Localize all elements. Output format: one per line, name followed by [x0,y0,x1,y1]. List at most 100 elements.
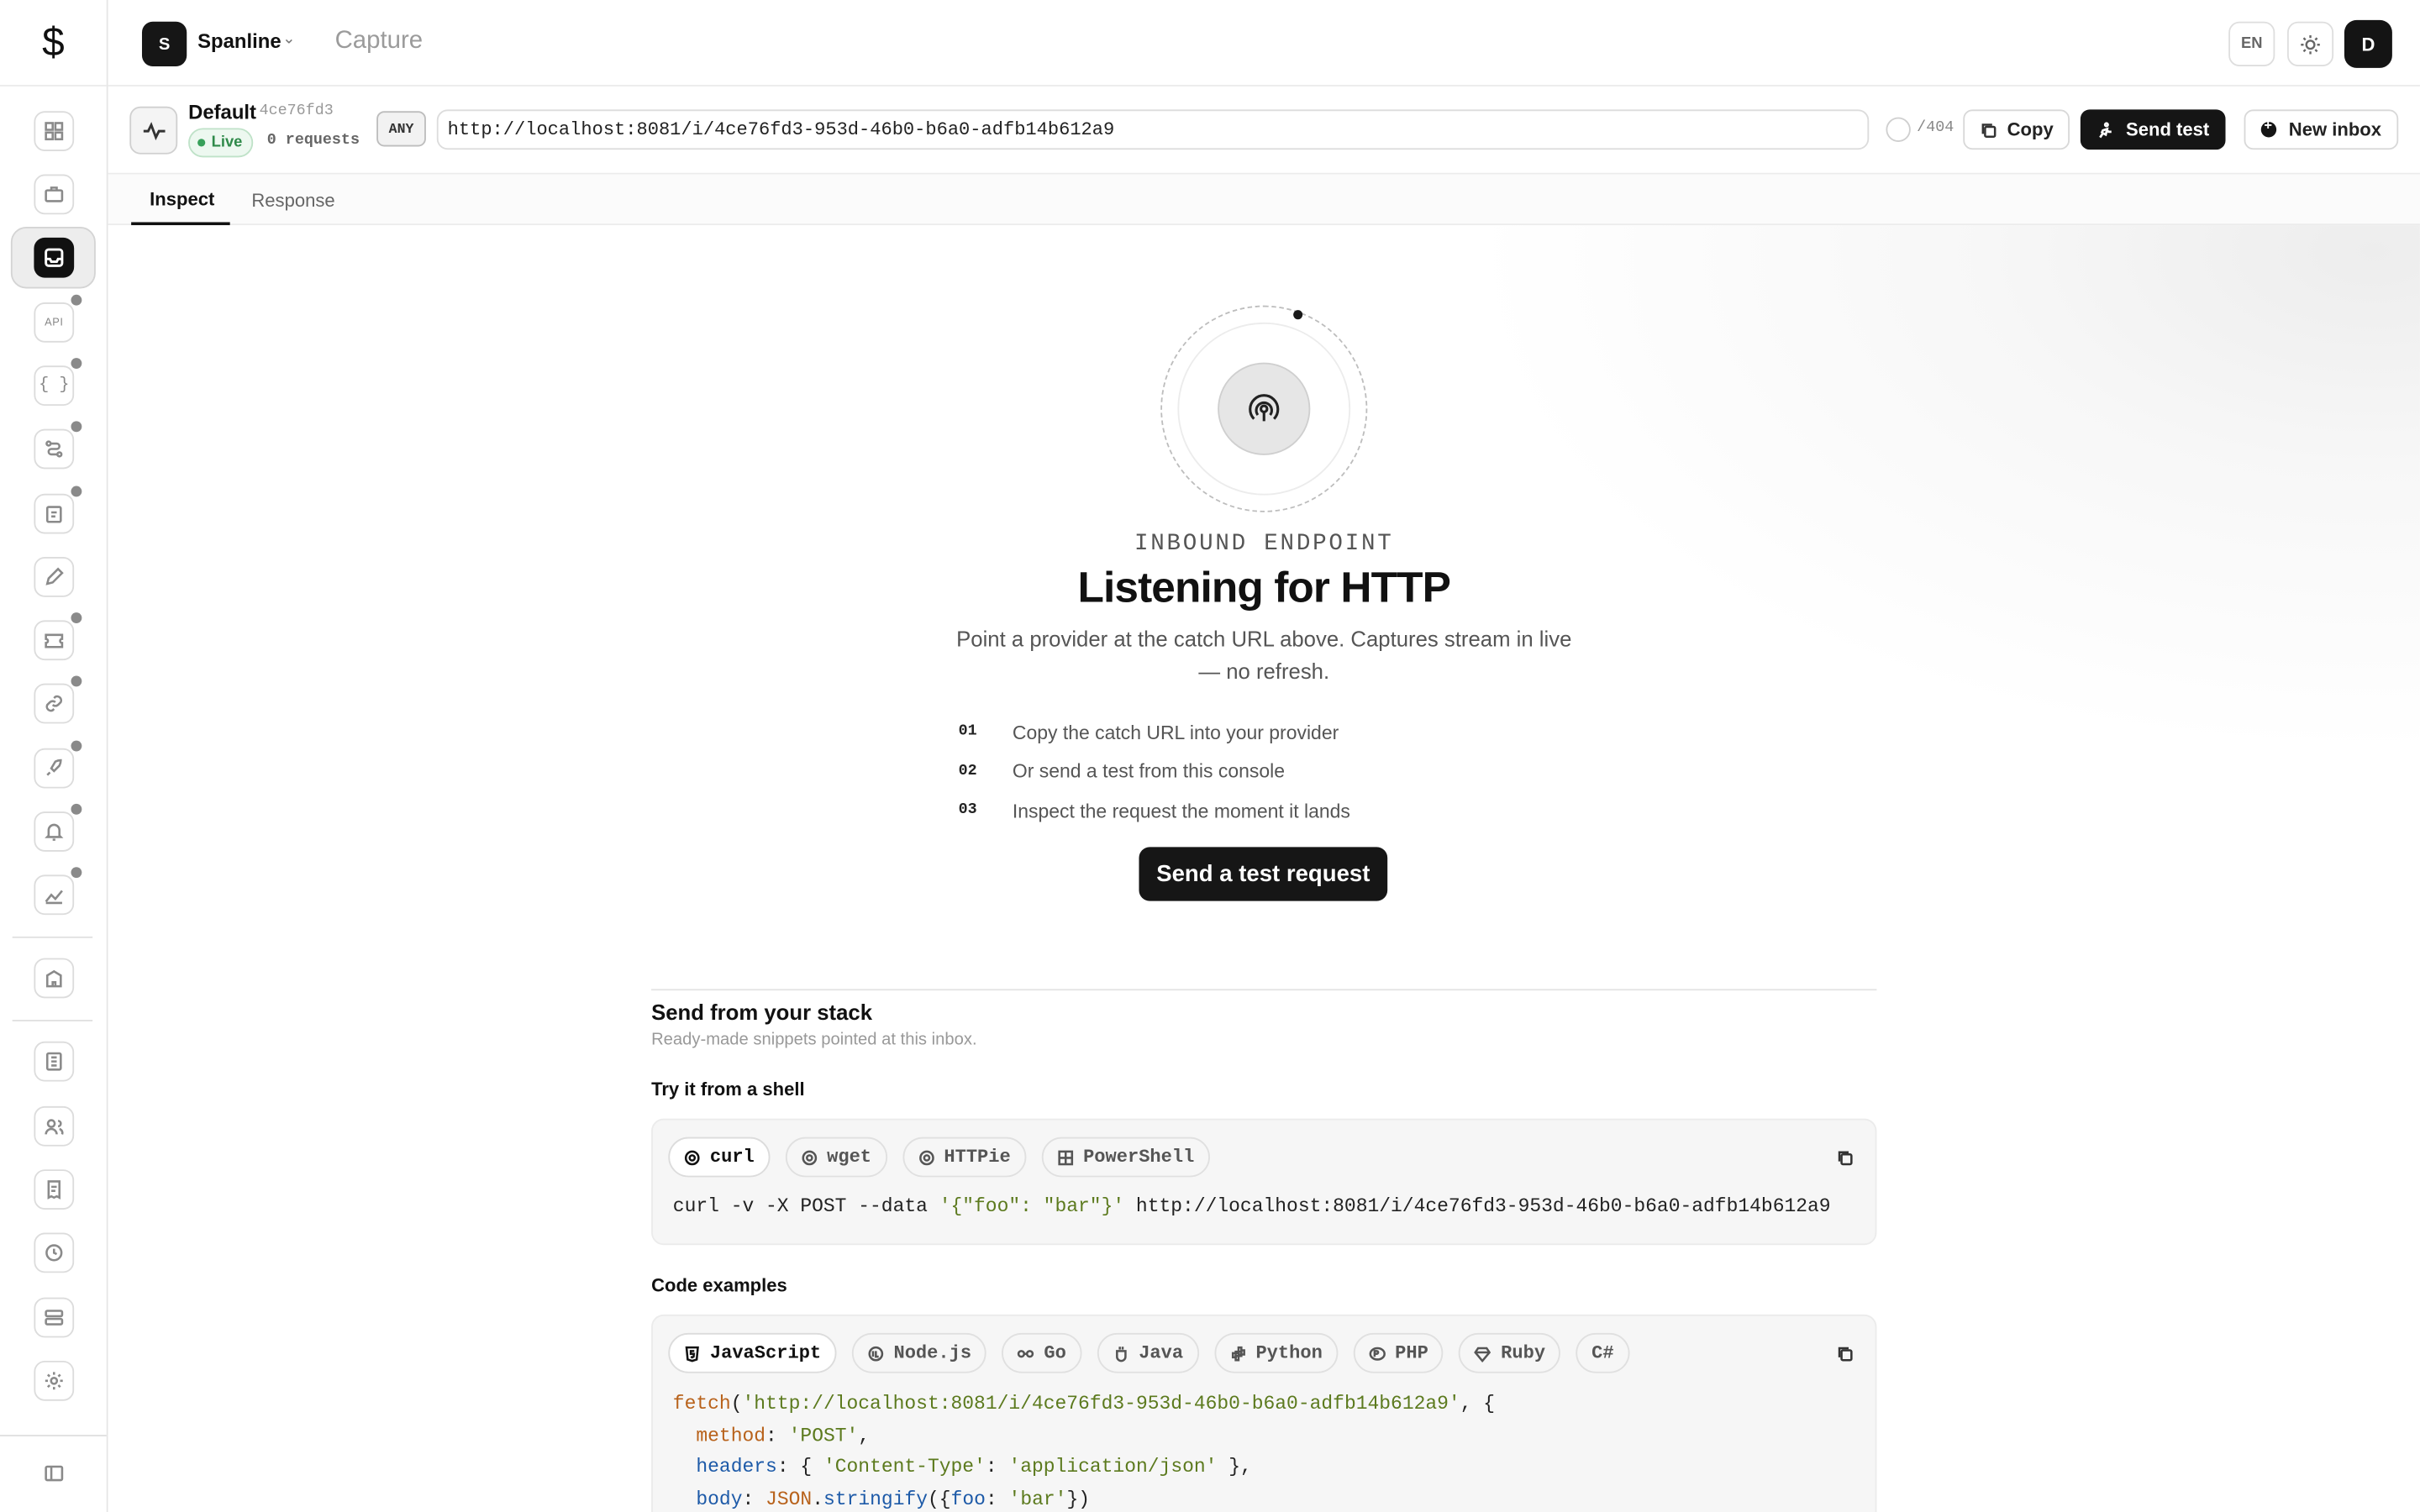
copy-code-icon[interactable] [1833,1342,1855,1364]
copy-url-button[interactable]: Copy [1963,109,2070,150]
shell-url: http://localhost:8081/i/4ce76fd3-953d-46… [1124,1195,1831,1218]
tab-label: Python [1255,1341,1323,1364]
notification-dot [71,294,82,306]
step-item: 01 Copy the catch URL into your provider [959,713,1350,753]
code-headers-open: : { [776,1456,823,1478]
step-text: Inspect the request the moment it lands [1012,800,1350,822]
step-item: 02 Or send a test from this console [959,752,1350,791]
tab-csharp[interactable]: C# [1576,1332,1630,1373]
step-item: 03 Inspect the request the moment it land… [959,791,1350,831]
pen-icon[interactable] [34,557,75,597]
inbox-toolbar: Default 4ce76fd3 Live 0 requests ANY htt… [108,88,2420,175]
history-icon[interactable] [34,1232,75,1273]
new-inbox-button[interactable]: New inbox [2244,109,2399,150]
code-method-val: 'POST' [788,1425,859,1446]
send-test-request-button[interactable]: Send a test request [1139,847,1388,901]
storage-icon[interactable] [34,1297,75,1338]
braces-icon[interactable]: { } [34,358,82,407]
workspace-avatar[interactable]: S [141,21,187,66]
tab-label: Java [1139,1341,1184,1364]
tab-httpie[interactable]: HTTPie [902,1137,1027,1178]
rocket-icon[interactable] [34,740,82,789]
briefcase-icon[interactable] [34,174,75,215]
code-foo-key: foo [950,1488,986,1510]
shell-code-box: curl wget HTTPie PowerShell curl -v -X P… [651,1118,1877,1246]
theme-toggle-button[interactable] [2286,21,2334,66]
tab-powershell[interactable]: PowerShell [1041,1137,1210,1178]
step-text: Copy the catch URL into your provider [1012,722,1339,743]
inbox-name[interactable]: Default [188,100,256,123]
receipt-icon[interactable] [34,1169,75,1210]
sidebar-toggle-icon[interactable] [34,1453,75,1494]
building-icon[interactable] [34,958,75,999]
tab-inspect[interactable]: Inspect [131,175,230,226]
sidebar-item-capture[interactable] [10,226,96,289]
tab-javascript[interactable]: JavaScript [668,1332,837,1373]
tab-label: Go [1044,1341,1066,1364]
analytics-icon[interactable] [34,867,82,916]
at-icon [802,1149,817,1165]
code-url: 'http://localhost:8081/i/4ce76fd3-953d-4… [742,1393,1460,1415]
step-number: 03 [958,802,977,820]
tab-java[interactable]: Java [1097,1332,1199,1373]
notification-dot [71,740,82,752]
at-icon [684,1149,700,1165]
tab-curl[interactable]: curl [668,1137,771,1178]
code-json: JSON [765,1488,813,1510]
document-icon[interactable] [34,1041,75,1082]
ticket-icon[interactable] [34,612,82,661]
api-icon[interactable]: API [34,294,82,343]
catch-url-field[interactable]: http://localhost:8081/i/4ce76fd3-953d-46… [436,109,1870,150]
send-test-label: Send test [2126,118,2210,141]
status-code: /404 [1917,120,1954,138]
app-logo[interactable]: $ [0,0,107,87]
notification-dot [71,675,82,687]
method-select[interactable]: ANY [376,111,426,147]
chevron-down-icon[interactable]: ⌄ [282,31,295,48]
copy-code-icon[interactable] [1833,1147,1855,1168]
tab-php[interactable]: PHP [1353,1332,1444,1373]
tab-label: JavaScript [709,1341,822,1364]
link-icon[interactable] [34,675,82,724]
users-icon[interactable] [34,1105,75,1147]
notification-dot [71,358,82,369]
activity-icon[interactable] [129,106,178,155]
tab-label: wget [827,1146,872,1168]
notification-dot [71,486,82,497]
tab-ruby[interactable]: Ruby [1459,1332,1561,1373]
language-button[interactable]: EN [2228,21,2275,66]
notification-dot [71,421,82,433]
workspace-name[interactable]: Spanline [197,29,281,53]
live-label: Live [211,134,243,151]
python-icon [1231,1345,1245,1361]
bell-icon[interactable] [34,803,82,852]
tab-label: C# [1591,1341,1614,1364]
shell-section-label: Try it from a shell [651,1078,805,1100]
send-test-button[interactable]: Send test [2080,109,2226,150]
user-avatar[interactable]: D [2344,19,2392,68]
steps-list: 01 Copy the catch URL into your provider … [959,713,1350,832]
hero-title: Listening for HTTP [1077,563,1451,612]
notification-dot [71,612,82,624]
api-label: API [45,317,64,328]
top-header: S Spanline ⌄ Capture EN D [108,0,2420,87]
code-body-key: body [696,1488,743,1510]
at-icon [918,1149,934,1165]
tab-response[interactable]: Response [233,175,353,226]
tab-nodejs[interactable]: Node.js [851,1332,987,1373]
settings-icon[interactable] [34,1360,75,1401]
app-root: $ API { } S Spanline ⌄ Capture EN D Defa… [0,0,2420,1512]
code-headers-key: headers [696,1456,777,1478]
workflow-icon[interactable] [34,421,82,470]
code-stringify: stringify [823,1488,929,1510]
stack-section: Send from your stack Ready-made snippets… [651,989,1877,1512]
tab-python[interactable]: Python [1213,1332,1339,1373]
tab-wget[interactable]: wget [785,1137,887,1178]
code-examples-box: JavaScript Node.js Go Java Python PHP Ru… [651,1314,1877,1512]
step-number: 01 [958,723,977,742]
clipboard-icon[interactable] [34,486,82,534]
shell-cmd: curl -v -X POST --data [672,1195,939,1218]
tab-go[interactable]: Go [1002,1332,1082,1373]
shell-command: curl -v -X POST --data '{"foo": "bar"}' … [673,1195,1831,1217]
dashboard-icon[interactable] [34,111,75,151]
